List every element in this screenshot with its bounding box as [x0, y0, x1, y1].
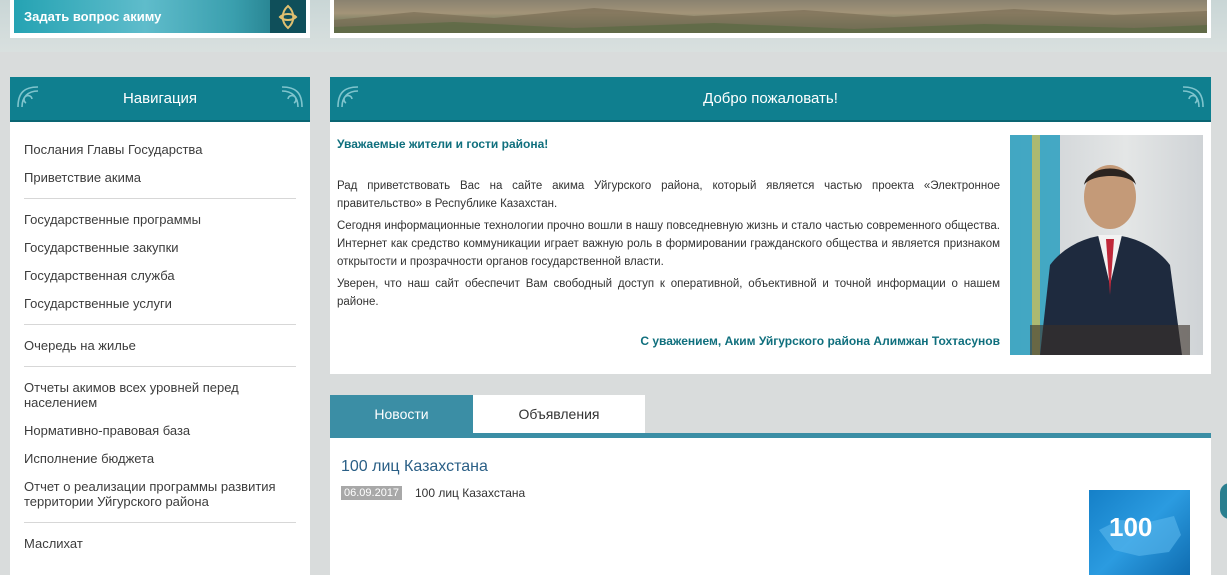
nav-item-legal-base[interactable]: Нормативно-правовая база: [24, 417, 296, 445]
nav-item-budget[interactable]: Исполнение бюджета: [24, 445, 296, 473]
nav-item-development-report[interactable]: Отчет о реализации программы развития те…: [24, 473, 296, 516]
welcome-title: Добро пожаловать!: [703, 90, 838, 107]
welcome-panel: Добро пожаловать! Уважаемые жители и гос…: [330, 77, 1211, 374]
ask-akim-link[interactable]: Задать вопрос акиму: [24, 9, 161, 24]
welcome-paragraph: Уверен, что наш сайт обеспечит Вам свобо…: [337, 278, 1000, 308]
ornament-icon: [14, 83, 42, 111]
navigation-header: Навигация: [10, 77, 310, 122]
ask-akim-banner[interactable]: Задать вопрос акиму: [10, 0, 310, 38]
ornament-icon: [334, 83, 362, 111]
ornament-icon: [270, 0, 306, 33]
tab-announcements[interactable]: Объявления: [473, 395, 645, 433]
welcome-header: Добро пожаловать!: [330, 77, 1211, 122]
navigation-title: Навигация: [122, 90, 198, 107]
nav-item-programs[interactable]: Государственные программы: [24, 206, 296, 234]
nav-item-housing-queue[interactable]: Очередь на жилье: [24, 332, 296, 360]
nav-item-greeting[interactable]: Приветствие акима: [24, 164, 296, 192]
news-list: 100 лиц Казахстана 06.09.2017 100 лиц Ка…: [330, 438, 1211, 575]
nav-item-maslikhat[interactable]: Маслихат: [24, 530, 296, 558]
akim-photo: [1010, 135, 1203, 355]
side-widget-button[interactable]: [1220, 483, 1227, 519]
ask-akim-banner-image[interactable]: Задать вопрос акиму: [14, 0, 306, 33]
news-tabs: Новости Объявления 100 лиц Казахстана 06…: [330, 395, 1211, 575]
divider: [24, 522, 296, 523]
news-item-title[interactable]: 100 лиц Казахстана: [341, 458, 488, 476]
nav-item-services[interactable]: Государственные услуги: [24, 290, 296, 318]
ornament-icon: [1179, 83, 1207, 111]
welcome-paragraph: Рад приветствовать Вас на сайте акима Уй…: [337, 180, 1000, 210]
nav-item-akim-reports[interactable]: Отчеты акимов всех уровней перед населен…: [24, 374, 296, 417]
divider: [24, 198, 296, 199]
landscape-image: [334, 0, 1207, 33]
news-item-image[interactable]: 100: [1089, 490, 1190, 575]
nav-item-procurement[interactable]: Государственные закупки: [24, 234, 296, 262]
ornament-icon: [278, 83, 306, 111]
welcome-text: Уважаемые жители и гости района! Рад при…: [337, 135, 1000, 315]
tab-news[interactable]: Новости: [330, 395, 473, 433]
nav-item-messages[interactable]: Послания Главы Государства: [24, 136, 296, 164]
nav-item-civil-service[interactable]: Государственная служба: [24, 262, 296, 290]
navigation-panel: Навигация Послания Главы Государства При…: [10, 77, 310, 575]
news-image-number: 100: [1109, 512, 1153, 542]
divider: [24, 324, 296, 325]
welcome-greeting: Уважаемые жители и гости района!: [337, 137, 549, 151]
navigation-list: Послания Главы Государства Приветствие а…: [24, 136, 296, 558]
welcome-paragraph: Сегодня информационные технологии прочно…: [337, 220, 1000, 268]
divider: [24, 366, 296, 367]
header-hero: [330, 0, 1211, 38]
news-item-summary[interactable]: 100 лиц Казахстана: [415, 486, 525, 500]
welcome-signature: С уважением, Аким Уйгурского района Алим…: [640, 334, 1000, 348]
news-item-date: 06.09.2017: [341, 486, 403, 500]
